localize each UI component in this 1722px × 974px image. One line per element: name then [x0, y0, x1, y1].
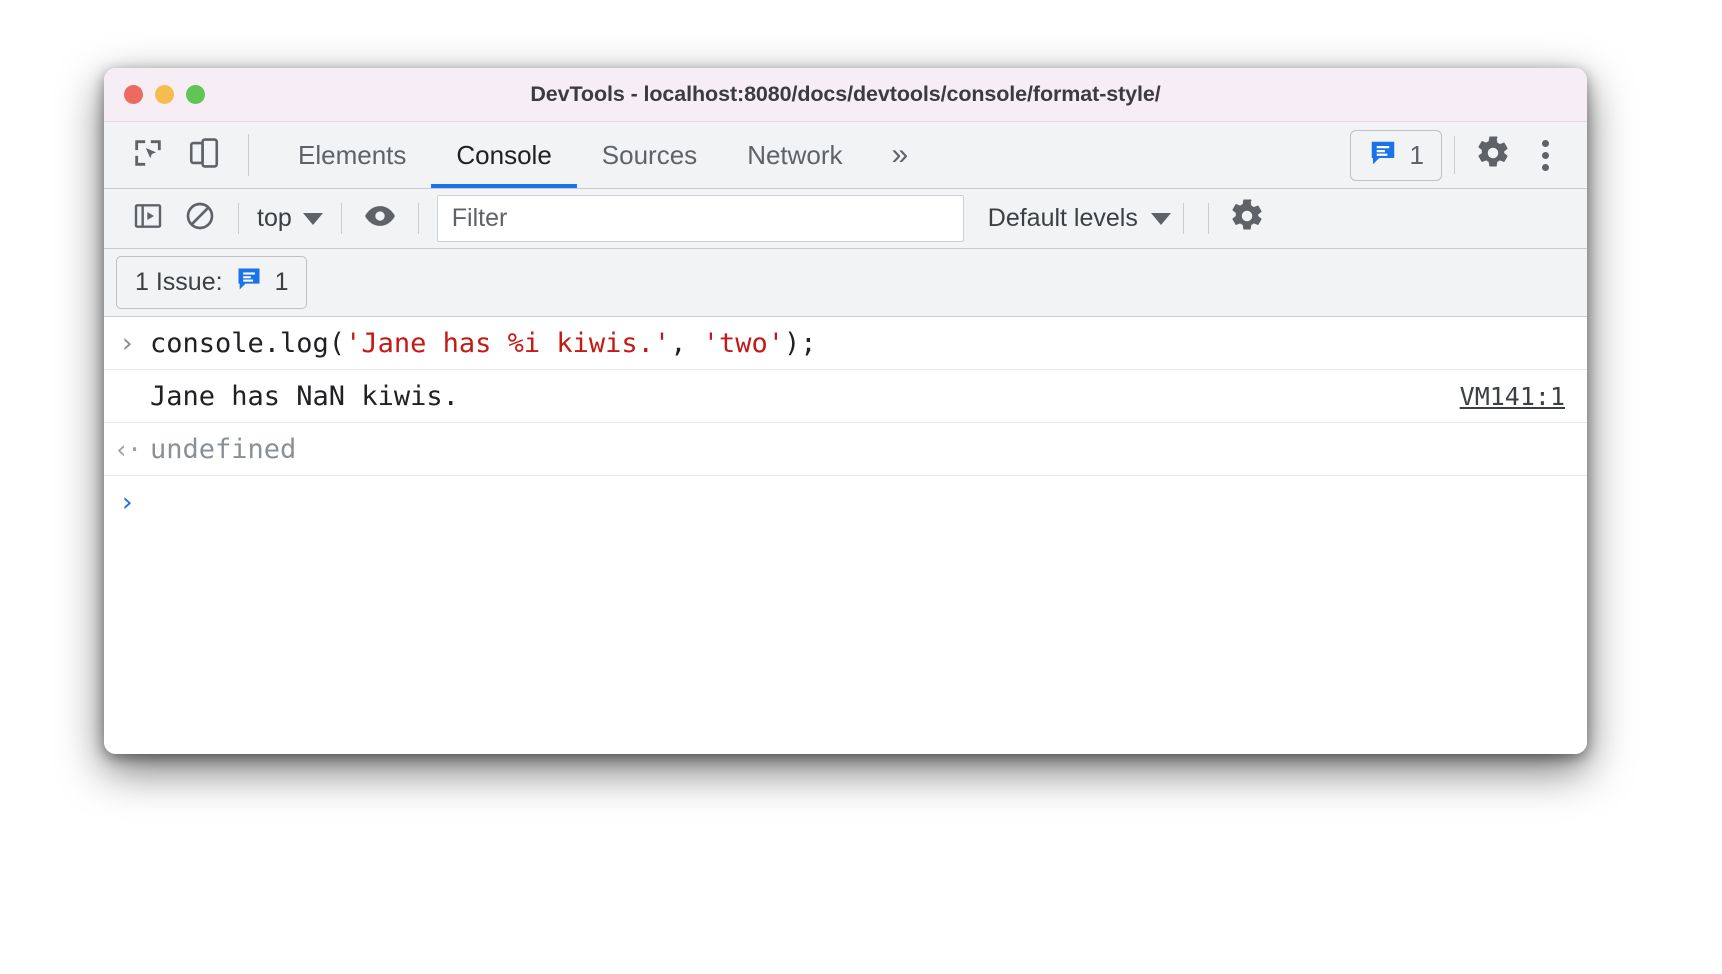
- tabbar-divider-1: [248, 134, 249, 176]
- code-segment: console.log(: [150, 327, 346, 359]
- console-result-value: undefined: [150, 433, 297, 465]
- live-expression-icon: [363, 199, 397, 238]
- code-segment-string: 'two': [702, 327, 784, 359]
- devtools-tabbar: Elements Console Sources Network » 1: [104, 122, 1587, 189]
- more-tabs-chevron-icon[interactable]: »: [868, 122, 929, 188]
- code-segment: );: [783, 327, 817, 359]
- tabbar-divider-2: [1454, 136, 1455, 174]
- chevron-down-icon: [1150, 212, 1171, 225]
- traffic-lights: [104, 85, 205, 104]
- source-location-link[interactable]: VM141:1: [1460, 382, 1565, 411]
- clear-console-button[interactable]: [174, 193, 226, 245]
- prompt-caret-icon: ›: [118, 487, 136, 518]
- console-row-output[interactable]: Jane has NaN kiwis. VM141:1: [104, 370, 1587, 423]
- console-row-input[interactable]: › console.log('Jane has %i kiwis.', 'two…: [104, 317, 1587, 370]
- tabbar-right-tools: 1: [1349, 122, 1587, 188]
- kebab-menu-icon: [1541, 139, 1549, 171]
- console-input-expression: console.log('Jane has %i kiwis.', 'two')…: [150, 328, 817, 359]
- issue-bubble-icon: [1368, 138, 1398, 173]
- devtools-window: DevTools - localhost:8080/docs/devtools/…: [104, 68, 1587, 754]
- execution-context-selector[interactable]: top: [251, 204, 329, 233]
- window-titlebar: DevTools - localhost:8080/docs/devtools/…: [104, 68, 1587, 122]
- devtools-settings-button[interactable]: [1467, 129, 1519, 181]
- clear-console-icon: [184, 200, 216, 237]
- code-segment-string: 'Jane has %i kiwis.': [345, 327, 671, 359]
- issues-bar-label: 1 Issue:: [135, 268, 223, 296]
- console-settings-gear-icon: [1229, 198, 1265, 239]
- prompt-caret-icon: ›: [118, 327, 136, 359]
- log-level-selector[interactable]: Default levels: [988, 204, 1171, 233]
- issues-strip: 1 Issue: 1: [104, 249, 1587, 317]
- issues-counter-button[interactable]: 1: [1349, 129, 1442, 181]
- tab-network[interactable]: Network: [722, 122, 867, 188]
- tab-sources[interactable]: Sources: [577, 122, 722, 188]
- console-output[interactable]: › console.log('Jane has %i kiwis.', 'two…: [104, 317, 1587, 754]
- inspect-element-button[interactable]: [122, 129, 174, 181]
- return-arrow-icon: ‹·: [113, 434, 142, 464]
- gear-icon: [1475, 135, 1511, 176]
- panel-tabs: Elements Console Sources Network »: [273, 122, 928, 188]
- device-toolbar-button[interactable]: [178, 129, 230, 181]
- issues-bar-count: 1: [274, 268, 289, 296]
- console-settings-button[interactable]: [1221, 193, 1273, 245]
- execution-context-label: top: [257, 204, 292, 232]
- window-title: DevTools - localhost:8080/docs/devtools/…: [530, 82, 1161, 106]
- console-toolbar-divider-2: [340, 203, 342, 234]
- prompt-gutter: ›: [104, 487, 150, 518]
- tab-console[interactable]: Console: [431, 122, 578, 188]
- issue-bubble-icon: [235, 265, 263, 300]
- console-sidebar-icon: [132, 200, 164, 237]
- live-expression-button[interactable]: [354, 193, 406, 245]
- console-toolbar-divider-4: [1182, 203, 1184, 234]
- screenshot-stage: DevTools - localhost:8080/docs/devtools/…: [0, 0, 1722, 974]
- close-window-button[interactable]: [124, 85, 143, 104]
- console-toolbar-divider-5: [1207, 203, 1209, 234]
- filter-input[interactable]: Filter: [436, 195, 964, 242]
- issues-bar-button[interactable]: 1 Issue: 1: [116, 256, 308, 309]
- tabbar-left-tools: [104, 122, 263, 188]
- devtools-more-menu-button[interactable]: [1519, 129, 1571, 181]
- chevron-down-icon: [302, 212, 323, 225]
- console-toolbar-divider-3: [417, 203, 419, 234]
- log-level-label: Default levels: [987, 204, 1138, 232]
- code-segment: ,: [670, 327, 703, 359]
- tab-elements[interactable]: Elements: [273, 122, 431, 188]
- prompt-gutter: ›: [104, 328, 150, 359]
- minimize-window-button[interactable]: [155, 85, 174, 104]
- console-sidebar-toggle-button[interactable]: [122, 193, 174, 245]
- device-toolbar-icon: [187, 136, 221, 175]
- issues-count-label: 1: [1409, 139, 1424, 170]
- console-toolbar-divider-1: [238, 203, 239, 234]
- console-toolbar: top Filter Default levels: [104, 189, 1587, 249]
- inspect-element-icon: [131, 136, 165, 175]
- result-gutter: ‹·: [104, 435, 150, 464]
- console-row-prompt[interactable]: ›: [104, 476, 1587, 529]
- console-output-message: Jane has NaN kiwis.: [150, 380, 459, 412]
- zoom-window-button[interactable]: [186, 85, 205, 104]
- console-row-result[interactable]: ‹· undefined: [104, 423, 1587, 476]
